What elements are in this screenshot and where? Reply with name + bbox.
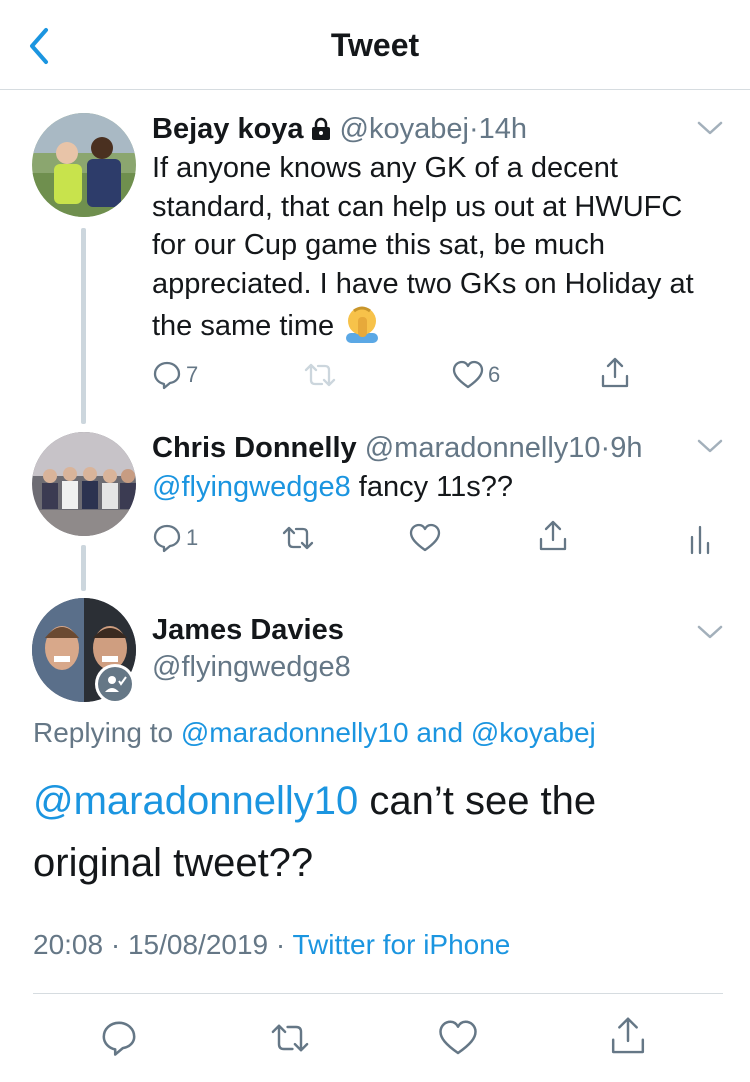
display-name[interactable]: James Davies bbox=[152, 614, 344, 647]
tweet-options-button[interactable] bbox=[695, 622, 725, 642]
share-icon bbox=[611, 1017, 645, 1054]
tweet-metadata: 20:08 · 15/08/2019 · Twitter for iPhone bbox=[33, 929, 510, 961]
tweet-header: Chris Donnelly @maradonnelly10·9h bbox=[152, 432, 642, 465]
retweet-button[interactable] bbox=[268, 1018, 312, 1058]
verified-person-icon bbox=[98, 667, 132, 701]
reply-icon bbox=[153, 361, 181, 390]
facepalm-emoji bbox=[342, 303, 382, 354]
reply-button[interactable]: 7 bbox=[152, 355, 198, 395]
avatar-bejay-koya[interactable] bbox=[32, 113, 136, 217]
mention-link[interactable]: @flyingwedge8 bbox=[152, 471, 351, 503]
reply-button[interactable]: 1 bbox=[152, 518, 198, 558]
mention-link[interactable]: @maradonnelly10 bbox=[33, 779, 358, 823]
divider bbox=[33, 993, 723, 994]
avatar-image bbox=[32, 432, 136, 536]
like-button[interactable]: 6 bbox=[452, 355, 500, 395]
avatar-chris-donnelly[interactable] bbox=[32, 432, 136, 536]
user-handle[interactable]: @maradonnelly10 bbox=[365, 432, 601, 464]
analytics-button[interactable] bbox=[688, 518, 712, 558]
separator: · bbox=[268, 929, 293, 960]
like-button[interactable] bbox=[438, 1018, 478, 1058]
display-name[interactable]: Bejay koya bbox=[152, 113, 304, 145]
tweet-header: Bejay koya @koyabej·14h bbox=[152, 113, 527, 150]
tweet-time: 20:08 bbox=[33, 929, 104, 960]
tweet-text: @maradonnelly10 can’t see the original t… bbox=[33, 770, 723, 894]
share-button[interactable] bbox=[536, 516, 570, 556]
tweet-date: 15/08/2019 bbox=[127, 929, 269, 960]
tweet-text: If anyone knows any GK of a decent stand… bbox=[152, 149, 717, 354]
tweet-source-link[interactable]: Twitter for iPhone bbox=[293, 929, 511, 960]
verified-badge bbox=[95, 664, 135, 704]
replying-prefix: Replying to bbox=[33, 717, 181, 748]
tweet-options-button[interactable] bbox=[695, 118, 725, 138]
timestamp: 9h bbox=[610, 432, 643, 464]
like-count: 6 bbox=[488, 362, 501, 387]
reply-count: 7 bbox=[186, 362, 199, 387]
retweet-icon bbox=[282, 526, 314, 550]
page-title: Tweet bbox=[330, 27, 420, 63]
chevron-down-icon bbox=[697, 439, 723, 453]
analytics-icon bbox=[690, 525, 710, 555]
reply-button[interactable] bbox=[100, 1018, 138, 1058]
user-handle[interactable]: @koyabej bbox=[340, 113, 469, 145]
reply-count: 1 bbox=[186, 525, 199, 550]
like-icon bbox=[439, 1020, 477, 1055]
lock-icon bbox=[308, 116, 334, 150]
tweet-options-button[interactable] bbox=[695, 436, 725, 456]
retweet-button[interactable] bbox=[280, 518, 316, 558]
reply-icon bbox=[102, 1021, 136, 1056]
retweet-button[interactable] bbox=[302, 355, 338, 395]
share-icon bbox=[539, 520, 567, 551]
separator: · bbox=[468, 113, 479, 145]
like-icon bbox=[409, 523, 441, 552]
chevron-down-icon bbox=[697, 625, 723, 639]
tweet-body: fancy 11s?? bbox=[350, 471, 514, 503]
separator: · bbox=[103, 929, 128, 960]
like-icon bbox=[452, 360, 484, 389]
retweet-icon bbox=[271, 1024, 309, 1052]
avatar-image bbox=[32, 113, 136, 217]
mention-link[interactable]: @koyabej bbox=[471, 717, 596, 748]
share-button[interactable] bbox=[607, 1016, 649, 1056]
tweet-body: If anyone knows any GK of a decent stand… bbox=[152, 152, 694, 342]
thread-connector bbox=[81, 545, 86, 591]
tweet-text: @flyingwedge8 fancy 11s?? bbox=[152, 468, 717, 507]
replying-and[interactable]: and bbox=[409, 717, 471, 748]
share-button[interactable] bbox=[598, 353, 632, 393]
share-icon bbox=[601, 357, 629, 388]
timestamp: 14h bbox=[478, 113, 528, 145]
chevron-down-icon bbox=[697, 121, 723, 135]
display-name[interactable]: Chris Donnelly bbox=[152, 432, 357, 464]
separator: · bbox=[600, 432, 611, 464]
retweet-icon bbox=[304, 363, 336, 387]
like-button[interactable] bbox=[409, 518, 441, 558]
nav-bar: Tweet bbox=[0, 0, 750, 90]
replying-to: Replying to @maradonnelly10 and @koyabej bbox=[33, 717, 596, 749]
mention-link[interactable]: @maradonnelly10 bbox=[181, 717, 409, 748]
user-handle[interactable]: @flyingwedge8 bbox=[152, 651, 351, 684]
reply-icon bbox=[153, 524, 181, 553]
thread-connector bbox=[81, 228, 86, 424]
